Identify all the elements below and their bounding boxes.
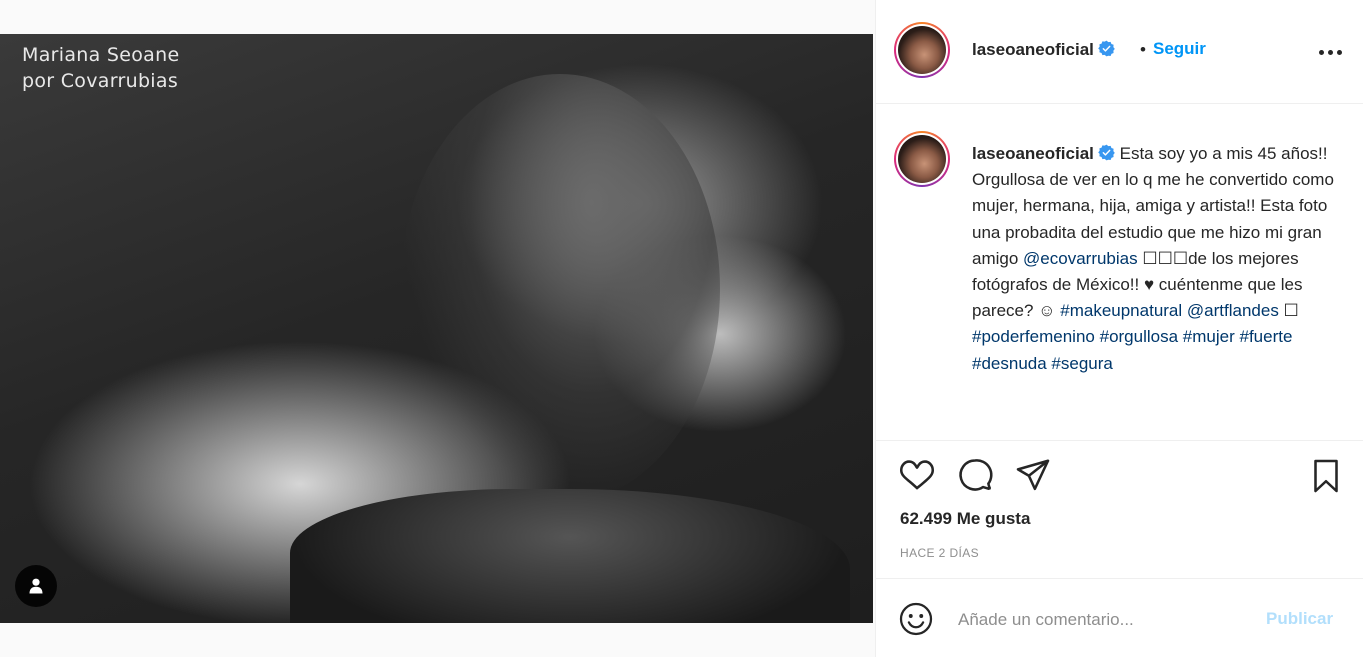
- verified-icon: [1098, 40, 1115, 57]
- post-actions: 62.499 Me gusta HACE 2 DÍAS: [876, 440, 1363, 577]
- header-separator: •: [1140, 40, 1146, 59]
- more-icon: [1318, 49, 1324, 55]
- post-header: laseoaneoficial • Seguir: [876, 0, 1363, 104]
- hashtag-link[interactable]: #poderfemenino: [972, 327, 1095, 346]
- avatar[interactable]: [894, 22, 950, 78]
- likes-count[interactable]: 62.499 Me gusta: [900, 509, 1030, 529]
- user-tag-icon: [29, 578, 43, 594]
- hashtag-link[interactable]: #makeupnatural: [1060, 301, 1182, 320]
- heart-icon: [899, 460, 935, 490]
- post-comment-button[interactable]: Publicar: [1266, 609, 1333, 629]
- header-username[interactable]: laseoaneoficial: [972, 40, 1094, 59]
- comment-icon: [959, 459, 993, 491]
- post-caption: laseoaneoficial Esta soy yo a mis 45 año…: [876, 105, 1363, 439]
- mention-link[interactable]: @artflandes: [1187, 301, 1279, 320]
- user-tag-button[interactable]: [15, 565, 57, 607]
- hashtag-link[interactable]: #fuerte: [1240, 327, 1293, 346]
- emoji-icon: [899, 602, 933, 636]
- photo-subject-hair: [400, 74, 720, 504]
- comment-bar: Publicar: [876, 578, 1363, 657]
- hashtag-link[interactable]: #segura: [1051, 354, 1112, 373]
- comment-input[interactable]: [958, 607, 1248, 633]
- share-button[interactable]: [1014, 457, 1052, 498]
- emoji-button[interactable]: [898, 601, 934, 642]
- more-options-button[interactable]: [1316, 42, 1344, 62]
- photo-watermark: Mariana Seoane por Covarrubias: [22, 42, 179, 94]
- save-button[interactable]: [1308, 457, 1344, 500]
- watermark-line-2: por Covarrubias: [22, 70, 179, 92]
- verified-icon: [1098, 144, 1115, 161]
- hashtag-link[interactable]: #orgullosa: [1100, 327, 1178, 346]
- header-username-row: laseoaneoficial: [972, 40, 1115, 60]
- caption-body-3: ☐: [1278, 301, 1299, 321]
- share-icon: [1016, 459, 1050, 491]
- caption-avatar[interactable]: [894, 131, 950, 187]
- watermark-line-1: Mariana Seoane: [22, 44, 180, 66]
- follow-button[interactable]: Seguir: [1153, 39, 1206, 59]
- post-media[interactable]: Mariana Seoane por Covarrubias: [0, 34, 873, 623]
- post-timestamp[interactable]: HACE 2 DÍAS: [900, 546, 979, 560]
- caption-username[interactable]: laseoaneoficial: [972, 144, 1094, 163]
- comment-button[interactable]: [956, 457, 994, 498]
- caption-text: laseoaneoficial Esta soy yo a mis 45 año…: [972, 141, 1344, 377]
- like-button[interactable]: [898, 457, 936, 498]
- mention-link[interactable]: @ecovarrubias: [1023, 249, 1138, 268]
- hashtag-link[interactable]: #mujer: [1183, 327, 1235, 346]
- bookmark-icon: [1314, 459, 1338, 493]
- post-side-panel: laseoaneoficial • Seguir laseoaneoficial…: [875, 0, 1363, 657]
- hashtag-link[interactable]: #desnuda: [972, 354, 1047, 373]
